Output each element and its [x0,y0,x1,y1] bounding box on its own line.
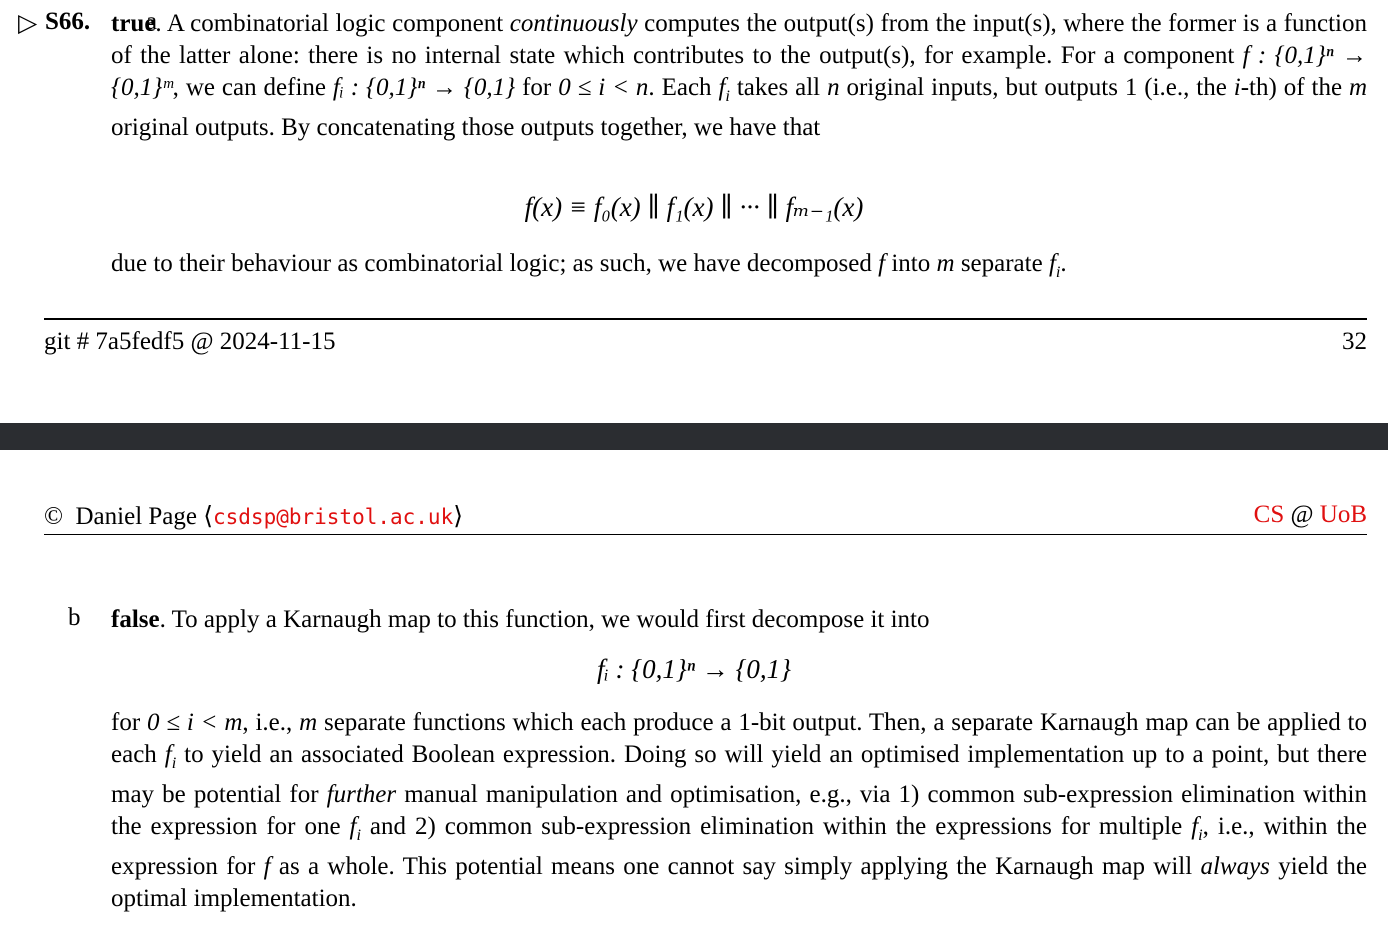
math-var: fi [718,74,730,105]
text-segment: , we can define [172,74,333,101]
text-segment: -th) of the [1240,74,1349,101]
math-range: 0 ≤ i < m [146,709,243,736]
math-var: m [1348,74,1368,101]
part-b-label: b [68,604,81,631]
solution-marker: ▷ [18,10,38,37]
text-segment: . To apply a Karnaugh map to this functi… [159,606,930,633]
text-segment: and 2) common sub-expression elimination… [360,813,1192,840]
equation-concatenation: f(x) ≡ f₀(x) ∥ f₁(x) ∥ ··· ∥ fₘ₋₁(x) [524,192,864,222]
math-var: fi [1048,250,1061,281]
math-signature: fᵢ : {0,1}ⁿ → {0,1} [332,74,516,101]
part-b-intro: false. To apply a Karnaugh map to this f… [111,604,1367,636]
git-revision: git # 7a5fedf5 @ 2024-11-15 [44,328,336,355]
emphasis: further [326,781,397,808]
solution-id: S66. [45,8,91,35]
text-segment: as a whole. This potential means one can… [270,853,1201,880]
math-var: f [263,853,271,880]
text-segment: . A combinatorial logic component [155,10,510,37]
math-range: 0 ≤ i < n [558,74,649,101]
at-sign: @ [1290,501,1314,528]
emphasis: continuously [509,10,638,37]
math-var: i [1233,74,1241,101]
author-name: Daniel Page [75,503,197,530]
text-segment: . Each [648,74,719,101]
text-segment: takes all [729,74,828,101]
text-segment: original inputs, but outputs 1 (i.e., th… [839,74,1234,101]
cs-link[interactable]: CS [1254,501,1285,528]
page-number: 32 [1342,328,1367,355]
page-header-left: © Daniel Page ⟨csdsp@bristol.ac.uk⟩ [44,503,463,530]
copyright-symbol: © [44,503,63,530]
header-rule [44,534,1367,535]
part-a-answer: true [111,10,156,37]
math-var: n [827,74,840,101]
part-a-paragraph: true. A combinatorial logic component co… [111,8,1367,144]
page-separator [0,423,1388,450]
part-a-conclusion: due to their behaviour as combinatorial … [111,250,1067,281]
part-b-paragraph: for 0 ≤ i < m, i.e., m separate function… [111,707,1367,915]
page-header-right: CS @ UoB [1254,501,1367,529]
uob-link[interactable]: UoB [1320,501,1367,528]
text-segment: separate [954,250,1049,277]
author-email-link[interactable]: csdsp@bristol.ac.uk [213,505,453,529]
footer-rule [44,318,1367,320]
text-segment: due to their behaviour as combinatorial … [111,250,879,277]
text-segment: for [515,74,559,101]
text-segment: original outputs. By concatenating those… [111,114,821,141]
text-segment: into [885,250,937,277]
part-b-answer: false [111,606,160,633]
math-var: m [936,250,955,277]
text-segment: , i.e., [242,709,300,736]
math-var: m [299,709,318,736]
math-var: fi [1191,813,1203,844]
equation-decomposition: fᵢ : {0,1}ⁿ → {0,1} [597,654,791,684]
math-var: fi [164,741,177,772]
math-var: fi [349,813,361,844]
emphasis: always [1200,853,1270,880]
text-segment: for [111,709,147,736]
